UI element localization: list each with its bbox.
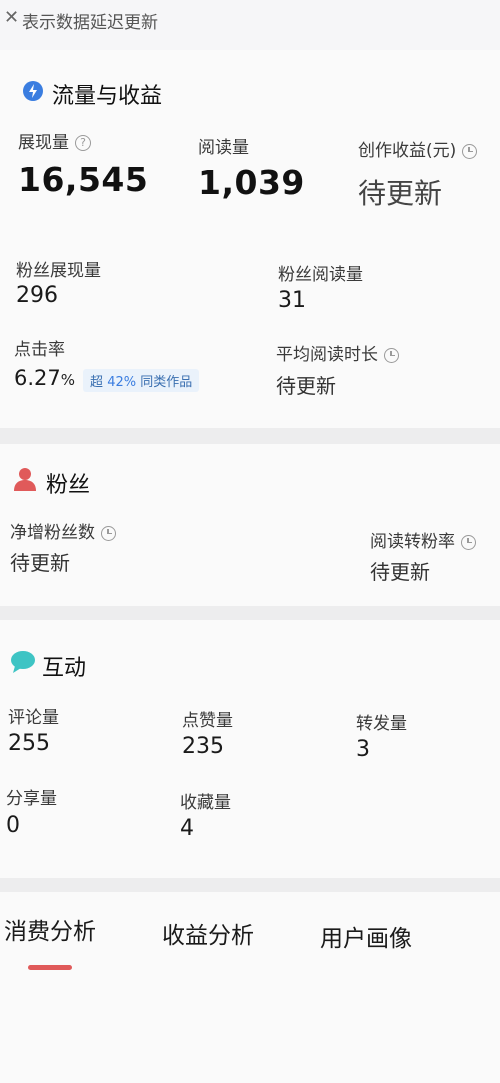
favorites-label: 收藏量 [180,793,231,813]
tab-consumption-analysis[interactable]: 消费分析 [4,912,96,946]
favorites-value: 4 [180,816,194,841]
shares-label: 分享量 [6,789,57,809]
fan-reads-value: 31 [278,288,306,313]
top-notice: ✕ 表示数据延迟更新 [0,0,500,40]
ctr-label: 点击率 [14,340,65,360]
reads-value: 1,039 [198,163,305,202]
interaction-title: 互动 [42,656,87,681]
section-divider [0,878,500,892]
section-divider [0,428,500,444]
person-icon [12,466,38,492]
conversion-label: 阅读转粉率 [370,527,476,552]
net-growth-value: 待更新 [10,551,70,575]
reposts-label: 转发量 [356,714,407,734]
net-growth-label: 净增粉丝数 [10,518,116,543]
ctr-row: 6.27% 超 42% 同类作品 [14,366,200,392]
help-icon[interactable]: ? [75,135,91,151]
avg-read-time-value: 待更新 [276,374,336,398]
close-icon[interactable]: ✕ [4,7,19,28]
reads-label: 阅读量 [198,138,249,158]
impressions-label: 展现量? [18,128,91,153]
conversion-value: 待更新 [370,560,430,584]
impressions-value: 16,545 [18,160,149,199]
ctr-value: 6.27 [14,366,61,390]
fan-reads-label: 粉丝阅读量 [278,265,363,285]
earnings-value: 待更新 [358,177,443,210]
chat-bubble-icon [10,650,36,674]
reposts-value: 3 [356,737,370,762]
section-divider [0,606,500,620]
clock-icon [101,525,116,541]
comments-label: 评论量 [8,708,59,728]
avg-read-time-label: 平均阅读时长 [276,340,399,365]
fans-title: 粉丝 [46,473,91,498]
clock-icon [462,143,478,159]
active-tab-underline [28,965,72,970]
ctr-badge: 超 42% 同类作品 [83,369,200,392]
traffic-title: 流量与收益 [52,84,163,109]
notice-text: 表示数据延迟更新 [22,13,158,33]
likes-label: 点赞量 [182,711,233,731]
drop-icon [22,80,44,102]
tab-user-profile[interactable]: 用户画像 [320,919,412,953]
comments-value: 255 [8,731,50,756]
clock-icon [461,534,476,550]
shares-value: 0 [6,813,20,838]
ctr-unit: % [60,371,76,389]
likes-value: 235 [182,734,224,759]
clock-icon [384,347,399,363]
fan-impressions-label: 粉丝展现量 [16,261,101,281]
earnings-label: 创作收益(元) [358,136,478,161]
tab-earnings-analysis[interactable]: 收益分析 [162,916,254,950]
fan-impressions-value: 296 [16,283,58,308]
